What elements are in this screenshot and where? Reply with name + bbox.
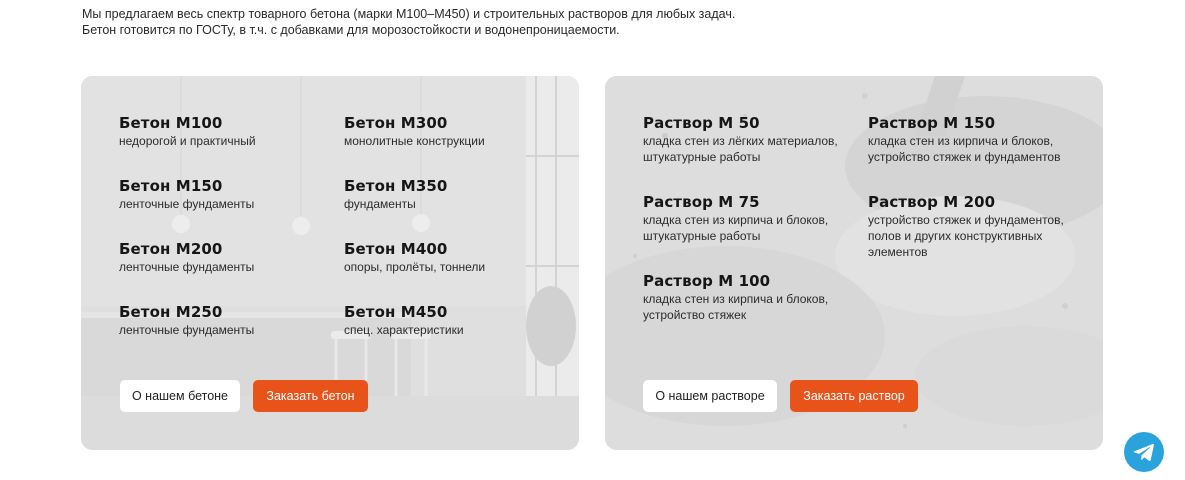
mortar-item: Раствор М 50 кладка стен из лёгких матер…: [643, 114, 853, 165]
concrete-title: Бетон М400: [344, 240, 448, 258]
concrete-item: Бетон М400 опоры, пролёты, тоннели: [344, 240, 564, 275]
concrete-desc: ленточные фундаменты: [119, 260, 255, 274]
concrete-desc: монолитные конструкции: [344, 134, 485, 148]
concrete-item: Бетон М200 ленточные фундаменты: [119, 240, 339, 275]
concrete-desc: ленточные фундаменты: [119, 323, 255, 337]
mortar-title: Раствор М 50: [643, 114, 760, 132]
concrete-item: Бетон М300 монолитные конструкции: [344, 114, 564, 149]
concrete-title: Бетон М300: [344, 114, 448, 132]
mortar-title: Раствор М 150: [868, 114, 996, 132]
intro-line-2: Бетон готовится по ГОСТу, в т.ч. с добав…: [82, 23, 620, 37]
mortar-item: Раствор М 100 кладка стен из кирпича и б…: [643, 272, 853, 323]
concrete-title: Бетон М250: [119, 303, 223, 321]
mortar-desc: кладка стен из лёгких материалов, штукат…: [643, 134, 838, 164]
order-concrete-button[interactable]: Заказать бетон: [253, 380, 368, 412]
mortar-card: Раствор М 50 кладка стен из лёгких матер…: [605, 76, 1103, 450]
concrete-card: Бетон М100 недорогой и практичный Бетон …: [81, 76, 579, 450]
mortar-item: Раствор М 200 устройство стяжек и фундам…: [868, 193, 1078, 260]
mortar-title: Раствор М 100: [643, 272, 771, 290]
mortar-item: Раствор М 150 кладка стен из кирпича и б…: [868, 114, 1078, 165]
concrete-title: Бетон М150: [119, 177, 223, 195]
telegram-icon: [1133, 443, 1154, 461]
concrete-item: Бетон М150 ленточные фундаменты: [119, 177, 339, 212]
mortar-desc: кладка стен из кирпича и блоков, устройс…: [643, 292, 829, 322]
concrete-item: Бетон М250 ленточные фундаменты: [119, 303, 339, 338]
concrete-desc: недорогой и практичный: [119, 134, 256, 148]
concrete-desc: опоры, пролёты, тоннели: [344, 260, 486, 274]
mortar-desc: кладка стен из кирпича и блоков, штукату…: [643, 213, 829, 243]
mortar-item: Раствор М 75 кладка стен из кирпича и бл…: [643, 193, 853, 244]
telegram-button[interactable]: [1124, 432, 1164, 472]
concrete-item: Бетон М100 недорогой и практичный: [119, 114, 339, 149]
concrete-desc: фундаменты: [344, 197, 416, 211]
concrete-title: Бетон М200: [119, 240, 223, 258]
concrete-desc: ленточные фундаменты: [119, 197, 255, 211]
concrete-title: Бетон М100: [119, 114, 223, 132]
intro-text: Мы предлагаем весь спектр товарного бето…: [82, 6, 782, 38]
concrete-item: Бетон М350 фундаменты: [344, 177, 564, 212]
concrete-item: Бетон М450 спец. характеристики: [344, 303, 564, 338]
mortar-desc: устройство стяжек и фундаментов, полов и…: [868, 213, 1064, 259]
concrete-title: Бетон М350: [344, 177, 448, 195]
concrete-desc: спец. характеристики: [344, 323, 464, 337]
order-mortar-button[interactable]: Заказать раствор: [790, 380, 918, 412]
mortar-title: Раствор М 75: [643, 193, 760, 211]
mortar-desc: кладка стен из кирпича и блоков, устройс…: [868, 134, 1061, 164]
about-mortar-button[interactable]: О нашем растворе: [643, 380, 777, 412]
intro-line-1: Мы предлагаем весь спектр товарного бето…: [82, 7, 736, 21]
concrete-title: Бетон М450: [344, 303, 448, 321]
about-concrete-button[interactable]: О нашем бетоне: [120, 380, 240, 412]
mortar-title: Раствор М 200: [868, 193, 996, 211]
